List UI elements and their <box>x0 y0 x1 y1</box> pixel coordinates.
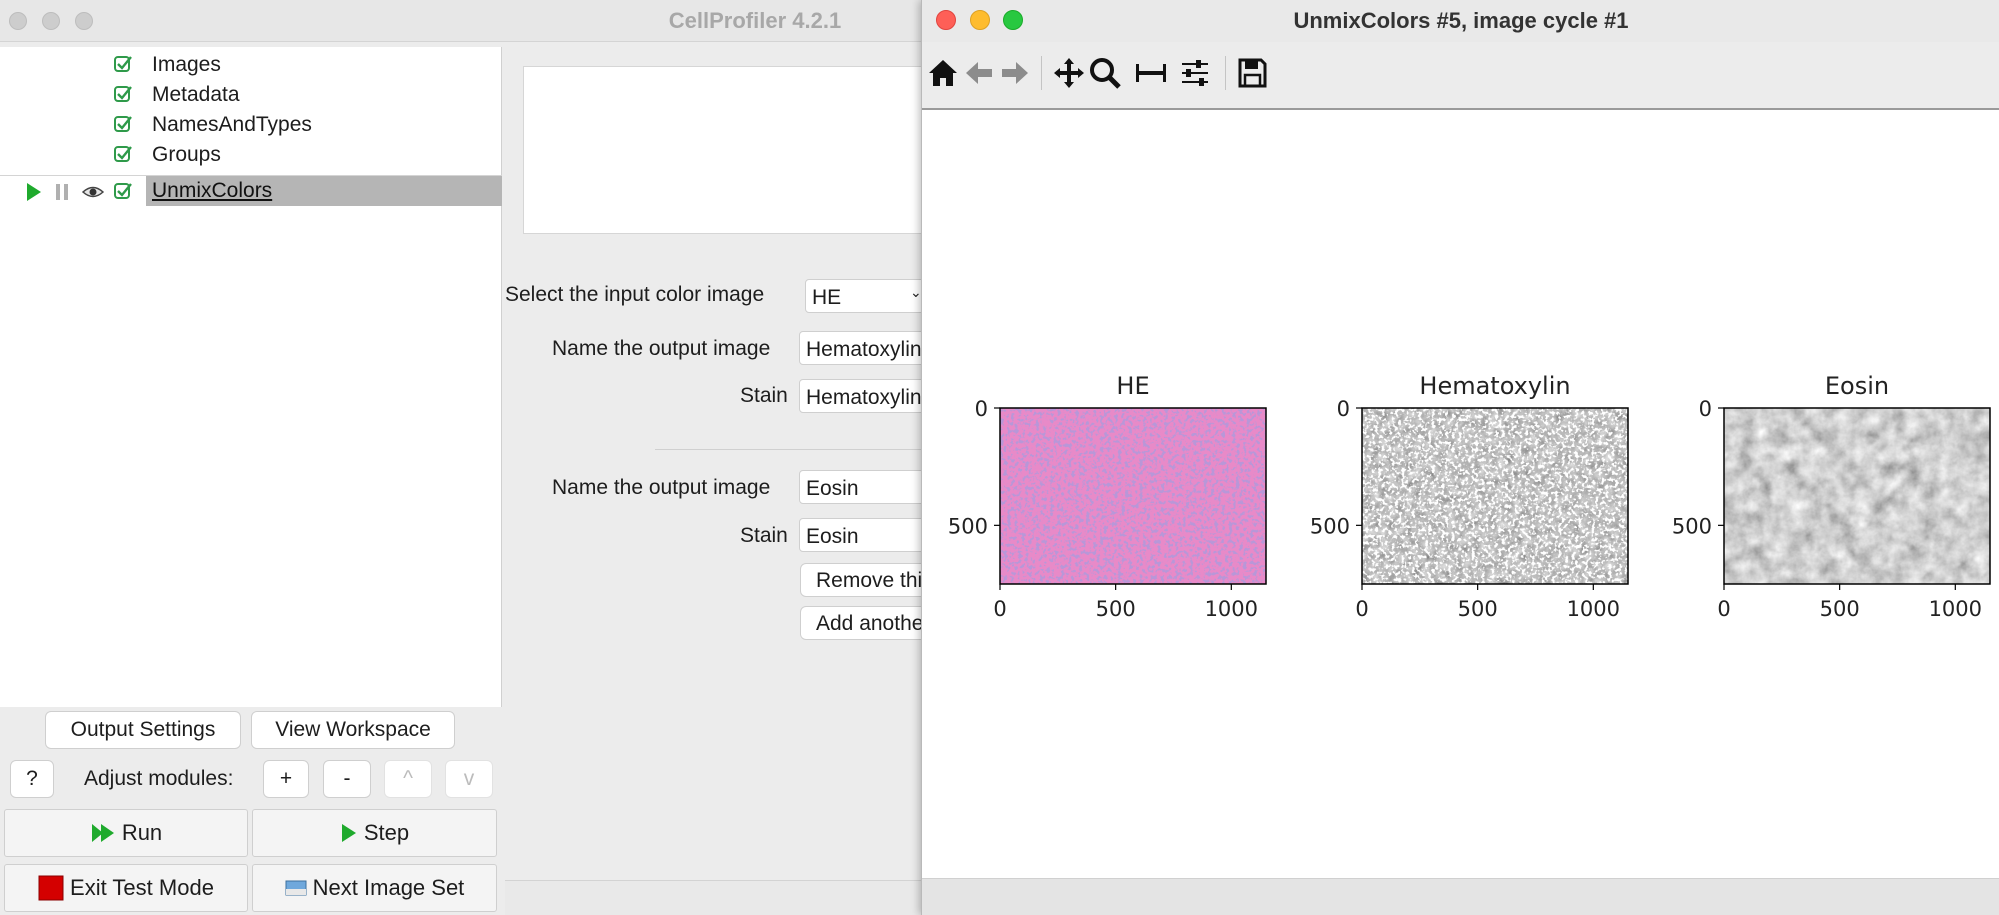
pipeline-module-row[interactable]: Groups <box>0 139 502 169</box>
step-label: Step <box>363 820 410 845</box>
y-tick-label: 500 <box>1310 514 1350 538</box>
module-name[interactable]: NamesAndTypes <box>152 113 312 137</box>
input-image-value: HE <box>812 286 842 309</box>
fast-forward-icon <box>91 824 114 842</box>
y-tick-label: 500 <box>1672 514 1712 538</box>
image-plot-area[interactable]: HE0 500 10000500Hematoxylin0 500 10000500Eos… <box>922 112 1999 878</box>
move-module-down-button[interactable]: v <box>445 760 493 798</box>
step-button[interactable]: Step <box>252 809 497 857</box>
image-nuclei <box>1362 408 1628 584</box>
image-panel: Eosin 0 500 1000 0 500 <box>1672 372 1991 621</box>
play-icon[interactable] <box>22 181 44 203</box>
image-icon <box>285 880 307 896</box>
run-label: Run <box>121 820 163 845</box>
pipeline-module-row[interactable]: Metadata <box>0 79 502 109</box>
x-tick-label: 0 <box>993 597 1006 621</box>
image-panels: HE0 500 10000500Hematoxylin0 500 10000500Eos… <box>948 372 1991 621</box>
checkbox-checked-icon[interactable] <box>113 54 133 74</box>
y-tick-label: 0 <box>1699 397 1712 421</box>
chevron-down-icon: ⌄ <box>910 284 922 300</box>
module-name[interactable]: Images <box>152 53 221 77</box>
help-button[interactable]: ? <box>10 760 54 798</box>
checkbox-checked-icon[interactable] <box>113 114 133 134</box>
x-tick-label: 1000 <box>1567 597 1620 621</box>
input-image-dropdown[interactable]: HE ⌄ <box>805 279 929 313</box>
exit-test-mode-button[interactable]: Exit Test Mode <box>4 864 248 912</box>
remove-image-button[interactable]: Remove this image <box>800 563 930 597</box>
settings-bottom-strip <box>505 880 925 915</box>
checkbox-checked-icon[interactable] <box>113 84 133 104</box>
stain-label: Stain <box>740 524 788 547</box>
view-workspace-button[interactable]: View Workspace <box>251 711 455 749</box>
pipeline-module-list[interactable]: Images Metadata NamesAndTypes Groups Unm… <box>0 47 502 707</box>
adjust-modules-label: Adjust modules: <box>84 767 234 790</box>
pause-icon[interactable] <box>52 181 74 203</box>
module-name[interactable]: Metadata <box>152 83 240 107</box>
settings-divider <box>655 449 925 450</box>
checkbox-checked-icon[interactable] <box>113 181 133 201</box>
x-tick-label: 1000 <box>1929 597 1982 621</box>
x-tick-label: 500 <box>1820 597 1860 621</box>
measure-icon[interactable] <box>1134 56 1168 90</box>
input-image-label: Select the input color image <box>505 283 765 306</box>
pipeline-module-row[interactable]: Images <box>0 49 502 79</box>
panel-title: Hematoxylin <box>1419 372 1570 400</box>
x-tick-label: 1000 <box>1205 597 1258 621</box>
output-image-label: Name the output image <box>552 337 771 360</box>
y-tick-label: 0 <box>1337 397 1350 421</box>
image-background <box>1724 408 1990 584</box>
x-tick-label: 0 <box>1355 597 1368 621</box>
y-tick-label: 0 <box>975 397 988 421</box>
x-tick-label: 0 <box>1717 597 1730 621</box>
figure-status-bar <box>922 878 1999 915</box>
panel-title: HE <box>1116 372 1149 400</box>
image-panel: Hematoxylin 0 500 1000 0 500 <box>1310 372 1629 621</box>
module-name[interactable]: Groups <box>152 143 221 167</box>
add-image-button[interactable]: Add another image <box>800 606 930 640</box>
x-tick-label: 500 <box>1458 597 1498 621</box>
back-arrow-icon[interactable] <box>962 56 996 90</box>
panel-title: Eosin <box>1825 372 1889 400</box>
toolbar-separator <box>1225 56 1226 90</box>
figure-toolbar <box>922 42 1999 110</box>
forward-arrow-icon[interactable] <box>998 56 1032 90</box>
figure-window: UnmixColors #5, image cycle #1 HE 0 500 … <box>921 0 1999 915</box>
output-image-input[interactable]: Eosin <box>799 470 929 504</box>
save-icon[interactable] <box>1235 56 1269 90</box>
checkbox-checked-icon[interactable] <box>113 144 133 164</box>
x-tick-label: 500 <box>1096 597 1136 621</box>
pipeline-module-row[interactable]: NamesAndTypes <box>0 109 502 139</box>
pipeline-module-row-selected[interactable]: UnmixColors <box>0 175 502 206</box>
image-panel: HE 0 500 1000 0 500 <box>948 372 1267 621</box>
move-module-up-button[interactable]: ^ <box>384 760 432 798</box>
run-button[interactable]: Run <box>4 809 248 857</box>
figure-title-bar: UnmixColors #5, image cycle #1 <box>922 0 1999 42</box>
next-image-set-button[interactable]: Next Image Set <box>252 864 497 912</box>
play-icon <box>341 824 356 842</box>
toolbar-separator <box>1041 56 1042 90</box>
pan-icon[interactable] <box>1052 56 1086 90</box>
output-image-label: Name the output image <box>552 476 771 499</box>
image-nuclei <box>1000 408 1266 584</box>
figure-canvas[interactable]: HE 0 500 1000 0 500 Hematoxylin 0 500 1000 0 500 Eos… <box>922 112 1999 878</box>
module-name[interactable]: UnmixColors <box>152 179 272 203</box>
stop-icon <box>38 875 64 901</box>
figure-window-title: UnmixColors #5, image cycle #1 <box>1293 8 1629 33</box>
output-image-input[interactable]: Hematoxylin <box>799 331 929 365</box>
eye-icon[interactable] <box>82 181 104 203</box>
y-tick-label: 500 <box>948 514 988 538</box>
stain-dropdown[interactable]: Hematoxylin <box>799 379 929 413</box>
next-image-set-label: Next Image Set <box>312 875 465 900</box>
module-notes-box[interactable] <box>523 66 943 234</box>
add-module-button[interactable]: + <box>263 760 309 798</box>
remove-module-button[interactable]: - <box>323 760 371 798</box>
stain-label: Stain <box>740 384 788 407</box>
exit-test-mode-label: Exit Test Mode <box>70 875 214 900</box>
output-settings-button[interactable]: Output Settings <box>45 711 241 749</box>
home-icon[interactable] <box>926 56 960 90</box>
stain-dropdown[interactable]: Eosin <box>799 518 929 552</box>
subplots-config-icon[interactable] <box>1178 56 1212 90</box>
zoom-icon[interactable] <box>1088 56 1122 90</box>
